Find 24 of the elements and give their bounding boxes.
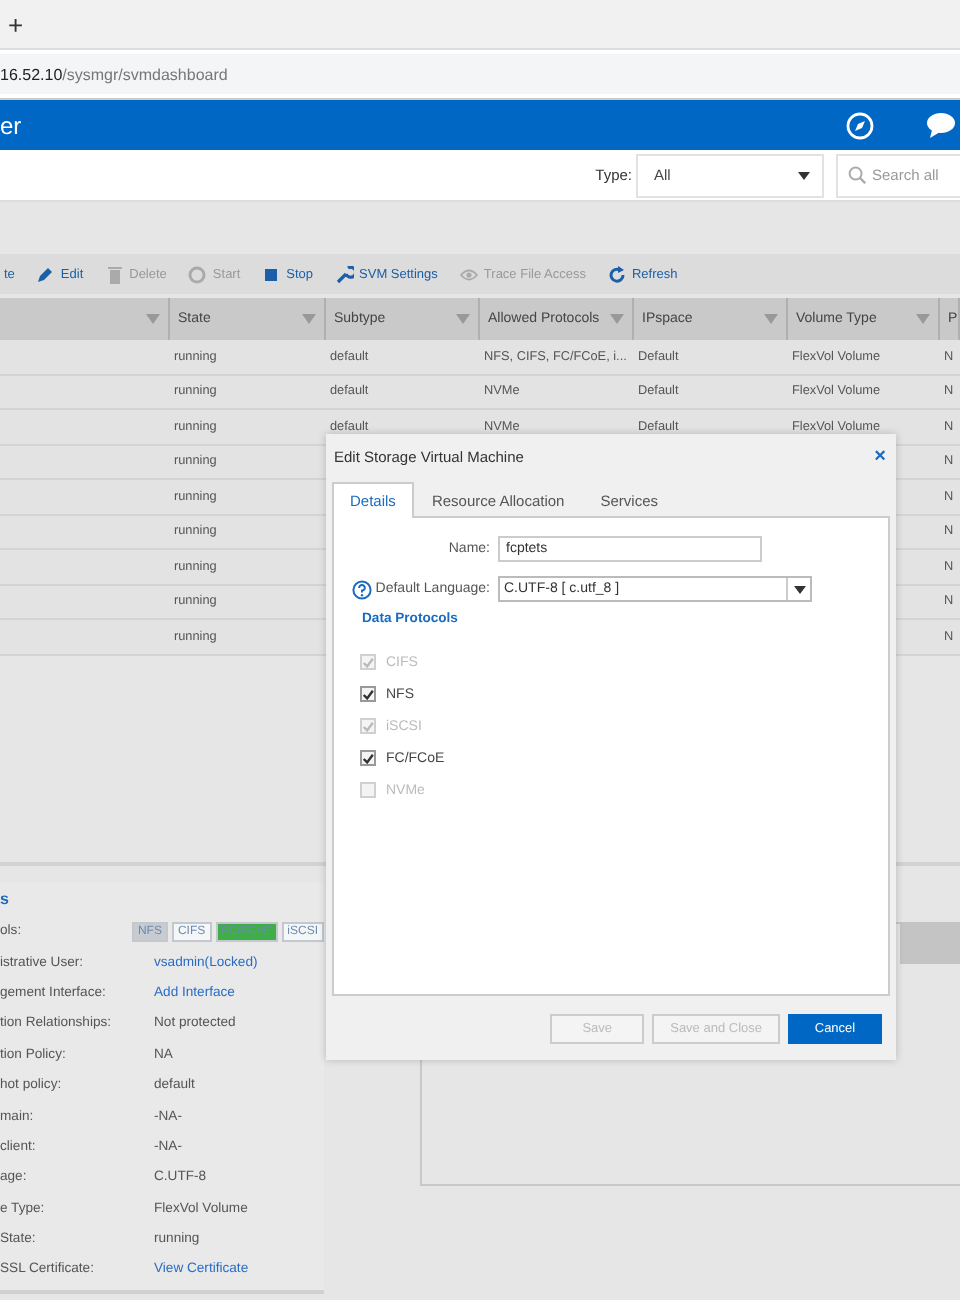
filter-icon[interactable]: [916, 314, 930, 324]
eye-icon: [459, 265, 478, 283]
filter-icon[interactable]: [146, 314, 160, 324]
close-button[interactable]: ×: [874, 445, 886, 467]
checkbox[interactable]: [360, 686, 376, 702]
help-icon[interactable]: [351, 579, 372, 599]
filter-icon[interactable]: [302, 314, 316, 324]
filter-icon[interactable]: [610, 314, 624, 324]
trash-icon: [105, 265, 124, 283]
pencil-icon: [36, 265, 55, 283]
checkbox[interactable]: [360, 750, 376, 766]
panel-title: s: [0, 888, 11, 912]
refresh-icon: [607, 265, 626, 283]
filter-icon[interactable]: [456, 314, 470, 324]
address-bar[interactable]: 16.52.10/sysmgr/svmdashboard: [0, 54, 960, 94]
search-icon: [848, 166, 866, 184]
chat-icon[interactable]: [926, 112, 956, 138]
app-title: er: [0, 111, 24, 139]
compass-icon[interactable]: [846, 111, 874, 139]
filter-icon[interactable]: [764, 314, 778, 324]
new-tab-button[interactable]: +: [8, 9, 24, 39]
square-icon: [262, 265, 281, 283]
circle-icon: [188, 265, 207, 283]
caret-icon: [798, 171, 810, 179]
